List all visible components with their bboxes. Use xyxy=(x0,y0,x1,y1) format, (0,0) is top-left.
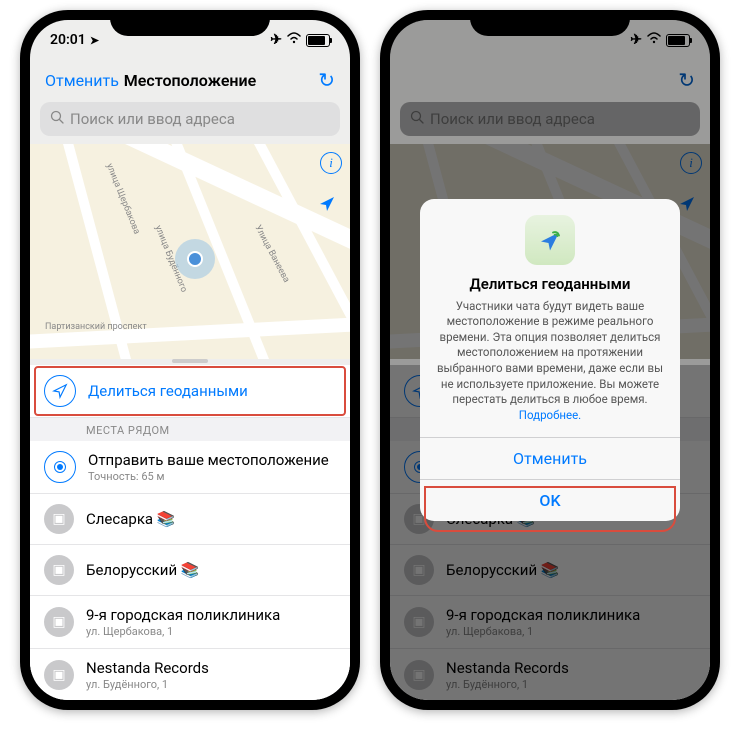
search-input[interactable]: Поиск или ввод адреса xyxy=(40,102,340,136)
place-icon: ▣ xyxy=(44,607,74,637)
refresh-button[interactable]: ↻ xyxy=(318,68,335,92)
notch xyxy=(470,10,630,36)
location-services-icon: ➤ xyxy=(90,34,99,47)
street-label: Улица Ванеева xyxy=(252,224,291,285)
place-label: Белорусский 📚 xyxy=(86,561,336,579)
send-location-accuracy: Точность: 65 м xyxy=(88,470,336,483)
place-icon: ▣ xyxy=(44,555,74,585)
place-row[interactable]: ▣ Белорусский 📚 xyxy=(30,545,350,596)
alert-icon xyxy=(525,215,575,265)
section-nearby: МЕСТА РЯДОМ xyxy=(30,418,350,441)
airplane-icon: ✈ xyxy=(270,32,282,48)
place-row[interactable]: ▣ 9-я городская поликлиника ул. Щербаков… xyxy=(30,596,350,649)
place-row[interactable]: ▣ Слесарка 📚 xyxy=(30,494,350,545)
alert-learn-more-link[interactable]: Подробнее. xyxy=(519,408,581,422)
battery-icon xyxy=(306,34,330,47)
nav-header: Отменить Местоположение ↻ xyxy=(30,60,350,100)
search-placeholder: Поиск или ввод адреса xyxy=(70,110,235,128)
place-label: 9-я городская поликлиника xyxy=(86,606,336,624)
street-label: Партизанский проспект xyxy=(45,322,147,332)
map-view[interactable]: улица Щербакова улица Будённого Улица Ва… xyxy=(30,144,350,359)
place-icon: ▣ xyxy=(44,660,74,690)
share-location-icon xyxy=(44,375,76,407)
phone-left: 20:01 ➤ ✈ Отменить Местоположение ↻ Поис… xyxy=(20,10,360,710)
alert-ok-button[interactable]: OK xyxy=(420,480,680,521)
share-location-label: Делиться геоданными xyxy=(88,382,336,400)
place-icon: ▣ xyxy=(44,504,74,534)
place-label: Nestanda Records xyxy=(86,659,336,677)
alert-title: Делиться геоданными xyxy=(420,275,680,299)
status-right: ✈ xyxy=(270,32,330,48)
status-left: 20:01 ➤ xyxy=(50,32,99,48)
share-location-row[interactable]: Делиться геоданными xyxy=(30,365,350,418)
screen-left: 20:01 ➤ ✈ Отменить Местоположение ↻ Поис… xyxy=(30,20,350,700)
status-time: 20:01 xyxy=(50,32,86,48)
cancel-button[interactable]: Отменить xyxy=(45,71,119,90)
send-location-row[interactable]: Отправить ваше местоположение Точность: … xyxy=(30,441,350,494)
search-icon xyxy=(50,110,64,128)
send-location-icon xyxy=(44,451,76,483)
street-label: улица Щербакова xyxy=(104,162,141,236)
bottom-sheet: Делиться геоданными МЕСТА РЯДОМ Отправит… xyxy=(30,365,350,700)
screen-right: ✈ ↻ Поиск или ввод адреса xyxy=(390,20,710,700)
map-info-button[interactable]: i xyxy=(320,152,342,174)
wifi-icon xyxy=(286,32,302,48)
sheet-handle[interactable] xyxy=(172,359,208,363)
map-locate-button[interactable] xyxy=(312,189,342,219)
send-location-label: Отправить ваше местоположение xyxy=(88,451,336,469)
notch xyxy=(110,10,270,36)
page-title: Местоположение xyxy=(124,71,256,90)
alert-dialog: Делиться геоданными Участники чата будут… xyxy=(420,199,680,521)
alert-cancel-button[interactable]: Отменить xyxy=(420,438,680,480)
place-sublabel: ул. Будённого, 1 xyxy=(86,678,336,691)
current-location-dot xyxy=(175,239,215,279)
place-row[interactable]: ▣ Nestanda Records ул. Будённого, 1 xyxy=(30,649,350,700)
modal-overlay: Делиться геоданными Участники чата будут… xyxy=(390,20,710,700)
alert-body: Участники чата будут видеть ваше местопо… xyxy=(420,299,680,437)
alert-buttons: Отменить OK xyxy=(420,437,680,521)
place-label: Слесарка 📚 xyxy=(86,510,336,528)
phone-right: ✈ ↻ Поиск или ввод адреса xyxy=(380,10,720,710)
place-sublabel: ул. Щербакова, 1 xyxy=(86,625,336,638)
